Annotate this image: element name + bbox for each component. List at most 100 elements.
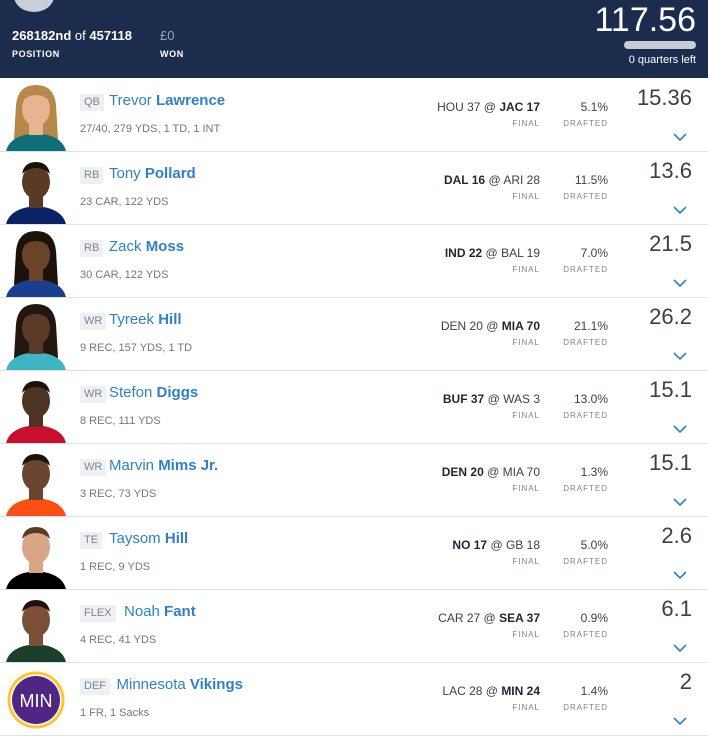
game-away: CAR 27 — [438, 611, 481, 625]
player-photo — [0, 225, 72, 297]
player-points: 15.36 — [636, 85, 692, 110]
game-score: DEN 20 @ MIA 70 — [441, 319, 540, 333]
position-badge: WR — [80, 459, 107, 476]
chevron-down-icon[interactable] — [672, 569, 688, 581]
game-score: IND 22 @ BAL 19 — [445, 246, 540, 260]
player-first-name: Zack — [109, 238, 142, 255]
player-name-link[interactable]: Tyreek Hill — [109, 311, 182, 328]
player-photo — [0, 444, 72, 516]
game-status: FINAL — [512, 557, 540, 566]
player-last-name: Pollard — [144, 165, 196, 182]
player-first-name: Tony — [109, 165, 141, 182]
chevron-down-icon[interactable] — [672, 715, 688, 727]
player-first-name: Trevor — [109, 92, 152, 109]
game-home: SEA 37 — [499, 611, 540, 625]
player-last-name: Hill — [158, 311, 182, 328]
player-name-link[interactable]: Zack Moss — [109, 238, 184, 255]
player-last-name: Vikings — [189, 676, 243, 693]
player-first-name: Noah — [124, 603, 160, 620]
game-score: CAR 27 @ SEA 37 — [438, 611, 540, 625]
quarters-left-label: 0 quarters left — [628, 54, 696, 66]
player-row[interactable]: FLEX Noah Fant 4 REC, 41 YDS CAR 27 @ SE… — [0, 590, 708, 663]
game-away: NO 17 — [452, 538, 488, 552]
player-row[interactable]: TE Taysom Hill 1 REC, 9 YDS NO 17 @ GB 1… — [0, 517, 708, 590]
chevron-down-icon[interactable] — [672, 496, 688, 508]
position-badge: FLEX — [80, 605, 116, 622]
player-stat-line: 27/40, 279 YDS, 1 TD, 1 INT — [80, 123, 221, 135]
player-photo — [0, 590, 72, 662]
player-last-name: Lawrence — [155, 92, 226, 109]
won-stat: £0 WON — [160, 28, 184, 59]
chevron-down-icon[interactable] — [672, 131, 688, 143]
lineup-list: QB Trevor Lawrence 27/40, 279 YDS, 1 TD,… — [0, 79, 708, 736]
player-name-link[interactable]: Noah Fant — [124, 603, 196, 620]
player-photo — [0, 298, 72, 370]
drafted-percent: 0.9% — [580, 611, 608, 625]
total-points: 117.56 — [594, 1, 696, 39]
player-row[interactable]: WR Marvin Mims Jr. 3 REC, 73 YDS DEN 20 … — [0, 444, 708, 517]
player-row[interactable]: WR Stefon Diggs 8 REC, 111 YDS BUF 37 @ … — [0, 371, 708, 444]
game-at: @ — [490, 538, 503, 552]
chevron-down-icon[interactable] — [672, 642, 688, 654]
won-value: £0 — [160, 28, 175, 43]
player-photo — [0, 79, 72, 151]
game-home: MIA 70 — [502, 465, 540, 479]
player-row[interactable]: RB Tony Pollard 23 CAR, 122 YDS DAL 16 @… — [0, 152, 708, 225]
player-stat-line: 1 FR, 1 Sacks — [80, 707, 150, 719]
game-at: @ — [483, 611, 496, 625]
player-name-link[interactable]: Marvin Mims Jr. — [109, 457, 218, 474]
svg-text:MIN: MIN — [20, 691, 53, 711]
game-score: DEN 20 @ MIA 70 — [442, 465, 540, 479]
player-points: 2.6 — [661, 523, 692, 548]
player-points: 15.1 — [649, 450, 692, 475]
game-at: @ — [483, 100, 496, 114]
game-at: @ — [485, 684, 498, 698]
game-at: @ — [486, 319, 499, 333]
position-label: POSITION — [12, 49, 60, 59]
drafted-percent: 13.0% — [573, 392, 608, 406]
player-points: 13.6 — [649, 158, 692, 183]
drafted-percent: 7.0% — [580, 246, 608, 260]
chevron-down-icon[interactable] — [672, 204, 688, 216]
player-name-link[interactable]: Minnesota Vikings — [117, 676, 243, 693]
player-points: 21.5 — [649, 231, 692, 256]
player-row[interactable]: MIN DEF Minnesota Vikings 1 FR, 1 Sacks … — [0, 663, 708, 736]
of-label: of — [74, 28, 86, 43]
drafted-label: DRAFTED — [563, 557, 608, 566]
player-stat-line: 8 REC, 111 YDS — [80, 415, 161, 427]
player-last-name: Hill — [164, 530, 189, 547]
player-name-link[interactable]: Tony Pollard — [109, 165, 196, 182]
player-row[interactable]: QB Trevor Lawrence 27/40, 279 YDS, 1 TD,… — [0, 79, 708, 152]
player-points: 2 — [679, 669, 692, 694]
position-badge: RB — [80, 240, 104, 257]
position-badge: RB — [80, 167, 104, 184]
game-status: FINAL — [512, 192, 540, 201]
player-first-name: Marvin — [109, 457, 155, 474]
game-home: MIA 70 — [501, 319, 540, 333]
player-name-link[interactable]: Stefon Diggs — [109, 384, 198, 401]
team-logo: MIN — [0, 663, 72, 735]
game-status: FINAL — [512, 411, 540, 420]
player-name-link[interactable]: Trevor Lawrence — [109, 92, 225, 109]
player-row[interactable]: WR Tyreek Hill 9 REC, 157 YDS, 1 TD DEN … — [0, 298, 708, 371]
player-photo — [0, 371, 72, 443]
player-name-link[interactable]: Taysom Hill — [109, 530, 188, 547]
drafted-label: DRAFTED — [563, 484, 608, 493]
game-score: NO 17 @ GB 18 — [452, 538, 540, 552]
drafted-label: DRAFTED — [563, 703, 608, 712]
drafted-percent: 1.3% — [580, 465, 608, 479]
score-header: 268182nd of 457118 POSITION £0 WON 117.5… — [0, 0, 708, 78]
drafted-label: DRAFTED — [563, 119, 608, 128]
player-stat-line: 30 CAR, 122 YDS — [80, 269, 169, 281]
player-photo — [0, 517, 72, 589]
drafted-label: DRAFTED — [563, 338, 608, 347]
chevron-down-icon[interactable] — [672, 277, 688, 289]
chevron-down-icon[interactable] — [672, 350, 688, 362]
player-row[interactable]: RB Zack Moss 30 CAR, 122 YDS IND 22 @ BA… — [0, 225, 708, 298]
chevron-down-icon[interactable] — [672, 423, 688, 435]
position-badge: QB — [80, 94, 104, 111]
player-last-name: Mims Jr. — [158, 457, 219, 474]
game-home: WAS 3 — [503, 392, 540, 406]
game-away: DAL 16 — [443, 173, 486, 187]
player-last-name: Diggs — [156, 384, 199, 401]
